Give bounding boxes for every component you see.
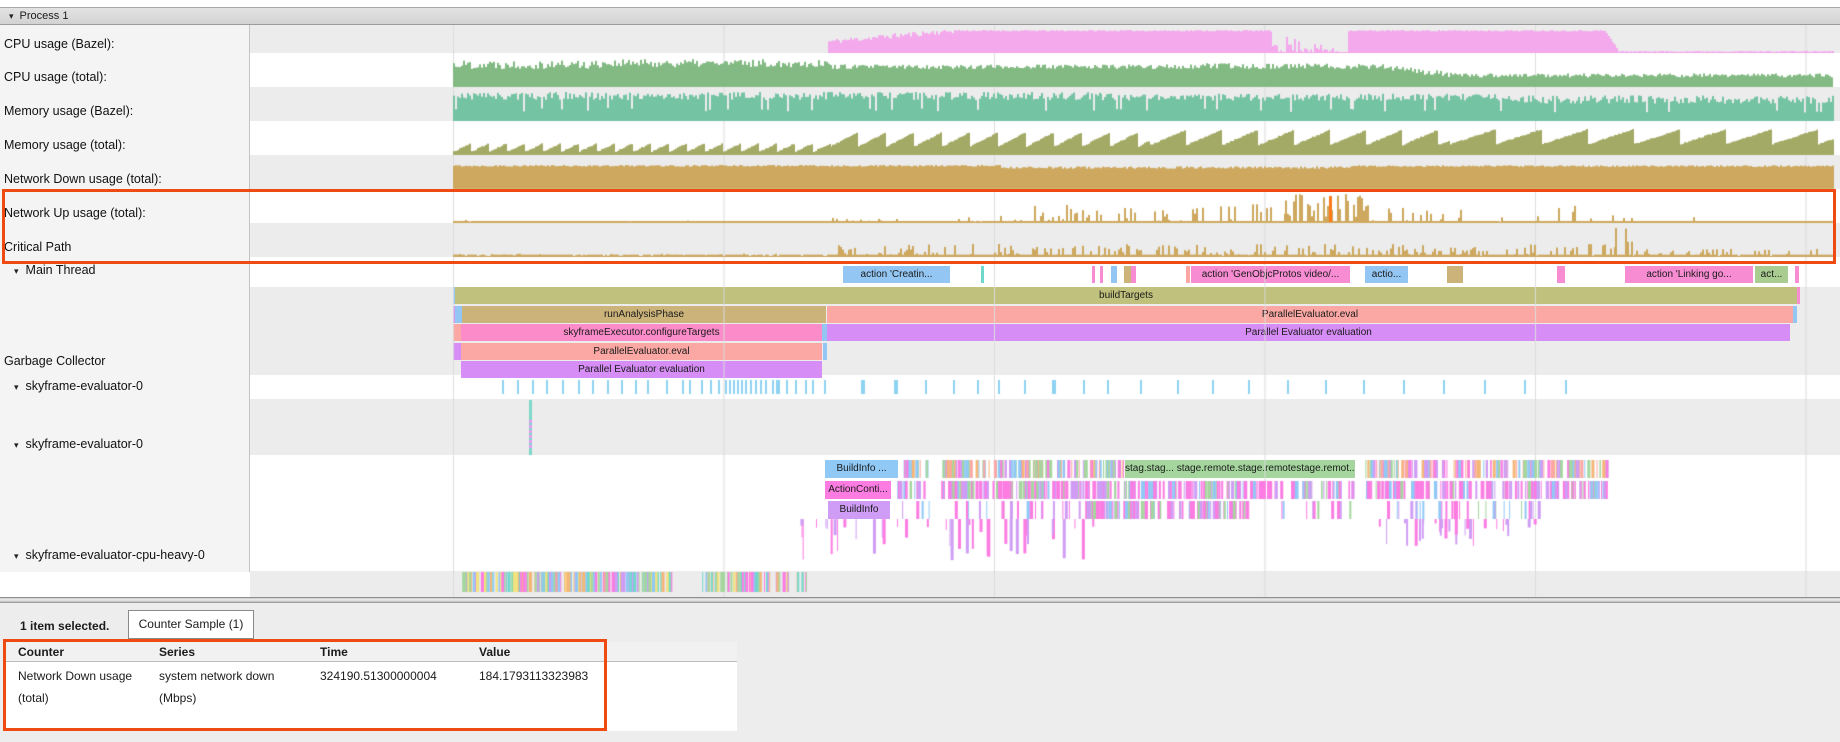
highlight-box-network [2, 189, 1836, 264]
tab-counter-sample[interactable]: Counter Sample (1) [128, 610, 254, 639]
highlight-box-table [3, 639, 607, 731]
trace-viewer: action 'Creatin...action 'GenObjcProtos … [0, 0, 1840, 742]
selection-status: 1 item selected. [20, 619, 109, 633]
chevron-down-icon: ▾ [9, 8, 14, 24]
process-header-label: Process 1 [20, 10, 69, 22]
process-header[interactable]: ▾ Process 1 [0, 7, 1840, 25]
time-ruler[interactable] [0, 0, 1840, 7]
